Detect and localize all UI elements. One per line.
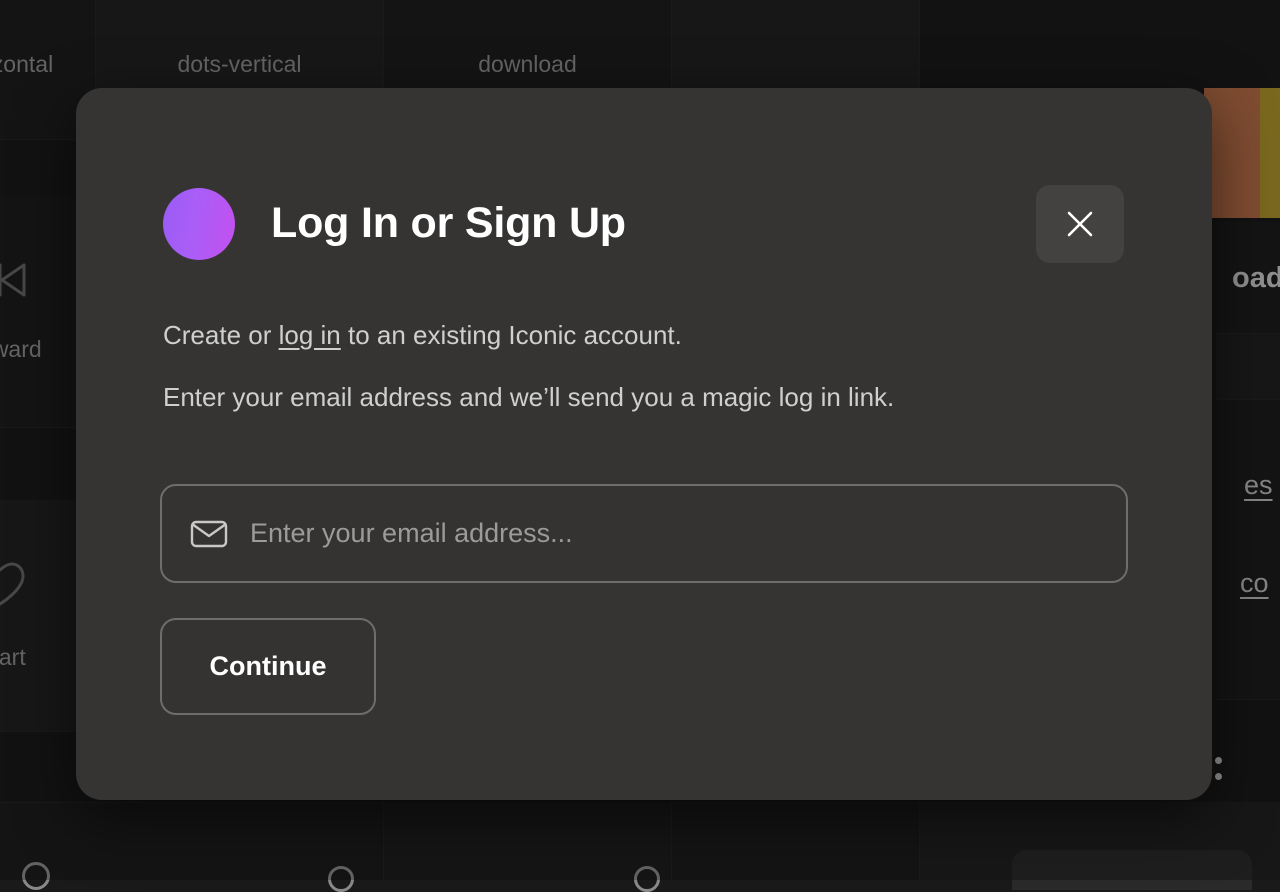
dialog-title: Log In or Sign Up: [271, 193, 626, 253]
login-signup-dialog: Log In or Sign Up Create or log in to an…: [76, 88, 1212, 800]
dialog-body-line-2: Enter your email address and we’ll send …: [163, 380, 894, 414]
body-suffix: to an existing Iconic account.: [341, 320, 682, 350]
brand-avatar: [163, 188, 235, 260]
email-input-wrapper[interactable]: [160, 484, 1128, 583]
dialog-body-line-1: Create or log in to an existing Iconic a…: [163, 318, 682, 352]
log-in-link[interactable]: log in: [279, 320, 341, 350]
body-prefix: Create or: [163, 320, 279, 350]
close-button[interactable]: [1036, 185, 1124, 263]
close-icon: [1061, 205, 1099, 243]
continue-button[interactable]: Continue: [160, 618, 376, 715]
email-input[interactable]: [250, 518, 1098, 549]
mail-icon: [190, 518, 228, 550]
dialog-header: Log In or Sign Up: [76, 88, 1212, 278]
